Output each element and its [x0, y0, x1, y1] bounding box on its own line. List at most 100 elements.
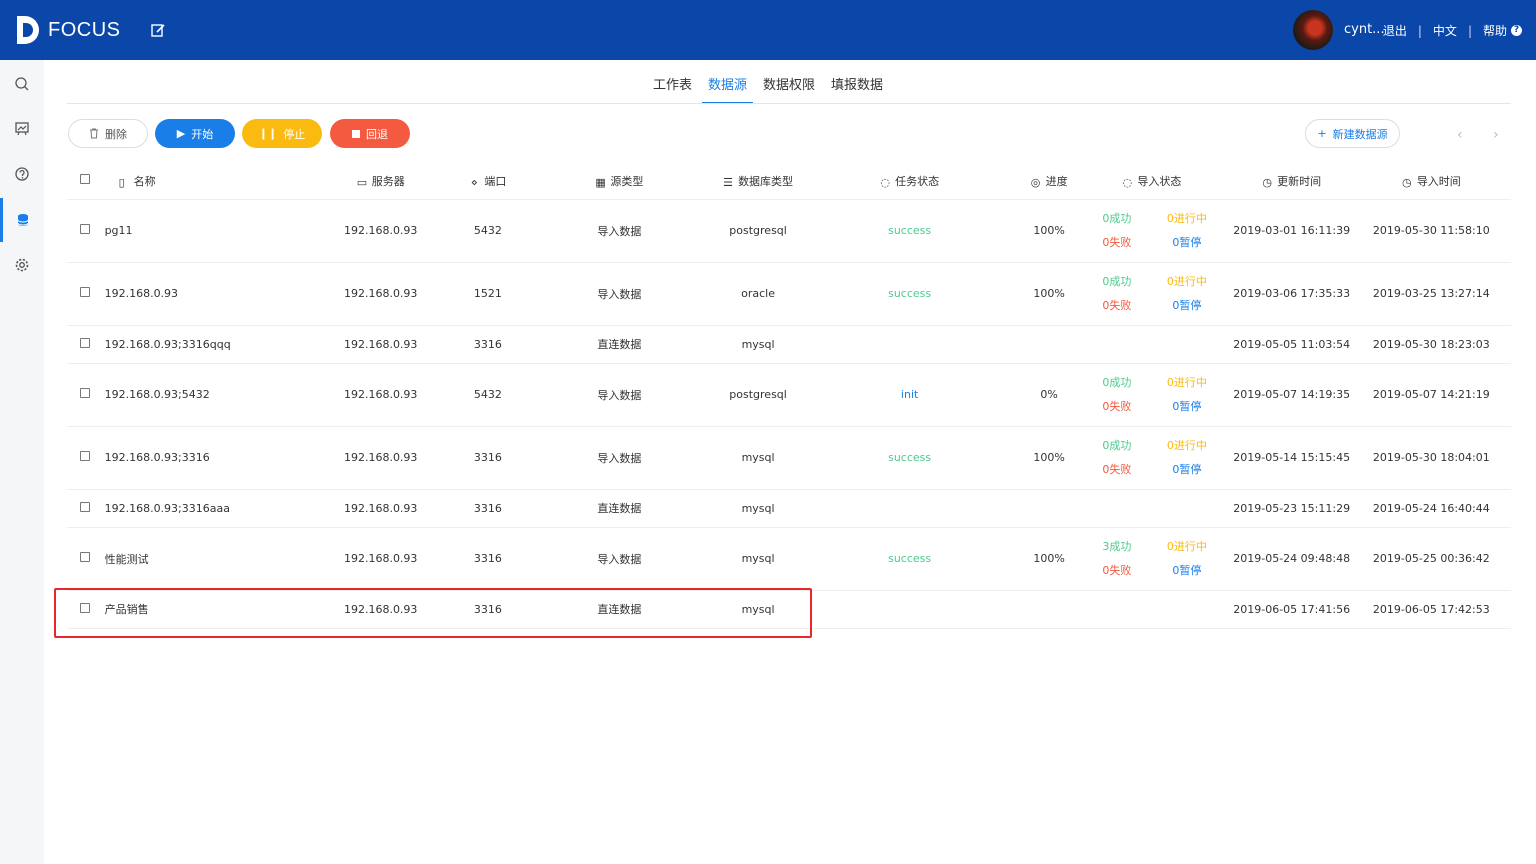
tab-worksheet[interactable]: 工作表	[647, 70, 698, 103]
language-link[interactable]: 中文	[1433, 22, 1457, 39]
app-logo[interactable]: FOCUS	[14, 14, 121, 46]
table-row[interactable]: 192.168.0.93;3316 192.168.0.93 3316 导入数据 mys…	[67, 426, 1511, 490]
import-failed: 0失败	[1102, 235, 1132, 249]
help-icon[interactable]: ?	[1511, 25, 1522, 36]
cell-import-status: 0成功 0进行中 0失败 0暂停	[1072, 426, 1232, 490]
select-all-cell[interactable]	[67, 163, 103, 200]
table-row[interactable]: 性能测试 192.168.0.93 3316 导入数据 mysql success 100%…	[67, 527, 1511, 591]
sidebar-item-help[interactable]	[0, 152, 44, 196]
row-checkbox[interactable]	[79, 552, 90, 562]
cell-status: success	[793, 426, 1027, 490]
tab-datasource[interactable]: 数据源	[701, 70, 754, 104]
row-checkbox[interactable]	[79, 287, 90, 297]
col-progress: ◎ 进度	[1026, 163, 1073, 200]
stop-button[interactable]: ❙❙ 停止	[242, 119, 322, 148]
row-checkbox[interactable]	[79, 224, 90, 234]
import-success: 0成功	[1102, 438, 1132, 452]
cell-updated: 2019-05-14 15:15:45	[1231, 426, 1352, 490]
cell-source-type: 导入数据	[515, 199, 724, 263]
cell-server: 192.168.0.93	[301, 325, 460, 364]
cell-status	[793, 489, 1027, 528]
import-success: 3成功	[1102, 539, 1132, 553]
cell-server: 192.168.0.93	[301, 489, 460, 528]
cell-imported: 2019-03-25 13:27:14	[1351, 262, 1511, 326]
tab-data-permission[interactable]: 数据权限	[757, 70, 821, 103]
sidebar-item-dashboard[interactable]	[0, 107, 44, 151]
user-name[interactable]: cynt...	[1344, 22, 1385, 37]
cell-checkbox	[67, 363, 103, 427]
share-icon: ⋄	[470, 175, 478, 189]
prev-page-icon[interactable]: ‹	[1457, 127, 1463, 143]
rollback-button[interactable]: 回退	[330, 119, 410, 148]
trash-icon	[90, 128, 98, 139]
col-import-status: ◌ 导入状态	[1072, 163, 1232, 200]
import-failed: 0失败	[1102, 462, 1132, 476]
cell-source-type: 导入数据	[515, 262, 724, 326]
delete-label: 删除	[105, 127, 127, 141]
row-checkbox[interactable]	[79, 501, 90, 512]
cell-import-status	[1072, 489, 1232, 528]
cell-progress: 100%	[1026, 527, 1073, 591]
start-label: 开始	[191, 127, 214, 141]
cell-updated: 2019-03-06 17:35:33	[1231, 262, 1352, 326]
cell-imported: 2019-05-25 00:36:42	[1351, 527, 1511, 591]
stop-label: 停止	[283, 127, 306, 141]
row-checkbox[interactable]	[79, 451, 90, 461]
clock-icon: ◷	[1402, 175, 1412, 189]
table-row[interactable]: 192.168.0.93;5432 192.168.0.93 5432 导入数据 pos…	[67, 363, 1511, 427]
edit-icon[interactable]	[150, 22, 166, 38]
cell-checkbox	[67, 527, 103, 591]
cell-source-type: 导入数据	[515, 363, 724, 427]
divider: |	[1467, 23, 1472, 38]
delete-button[interactable]: 删除	[68, 119, 148, 148]
select-all-checkbox[interactable]	[79, 174, 90, 185]
sidebar-item-settings[interactable]	[0, 243, 44, 287]
sidebar	[0, 60, 44, 864]
help-link[interactable]: 帮助	[1483, 22, 1507, 39]
cell-source-type: 导入数据	[515, 527, 724, 591]
row-checkbox[interactable]	[79, 388, 90, 398]
top-bar: FOCUS cynt... 退出 | 中文 | 帮助 ?	[0, 0, 1536, 60]
gear-icon	[15, 258, 29, 272]
datasource-table: ▯ 名称 ▭ 服务器 ⋄ 端口 ▦ 源类型 ☰ 数据库类型 ◌ 任务状态 ◎ 进度 ◌ 导入状态…	[67, 163, 1511, 629]
sidebar-item-datasource[interactable]	[0, 198, 44, 242]
cell-db-type: mysql	[723, 426, 794, 490]
new-datasource-button[interactable]: + 新建数据源	[1305, 119, 1400, 148]
logo-icon	[17, 16, 39, 44]
bulb-icon: ◌	[1122, 175, 1133, 189]
logout-link[interactable]: 退出	[1383, 22, 1407, 39]
col-source-type: ▦ 源类型	[515, 163, 724, 200]
table-row[interactable]: 192.168.0.93;3316qqq 192.168.0.93 3316 直连数据…	[67, 325, 1511, 364]
avatar[interactable]	[1293, 10, 1333, 50]
cell-db-type: oracle	[723, 262, 794, 326]
cell-updated: 2019-05-24 09:48:48	[1231, 527, 1352, 591]
cell-progress	[1026, 325, 1073, 364]
cell-status: success	[793, 527, 1027, 591]
cell-imported: 2019-06-05 17:42:53	[1351, 590, 1511, 629]
cell-updated: 2019-05-07 14:19:35	[1231, 363, 1352, 427]
cell-port: 1521	[460, 262, 516, 326]
tab-fill-data[interactable]: 填报数据	[825, 70, 889, 103]
start-button[interactable]: ▶ 开始	[155, 119, 235, 148]
cell-imported: 2019-05-30 18:04:01	[1351, 426, 1511, 490]
cell-updated: 2019-05-23 15:11:29	[1231, 489, 1352, 528]
row-checkbox[interactable]	[79, 337, 90, 348]
bulb-icon: ◌	[880, 175, 890, 189]
import-failed: 0失败	[1102, 399, 1132, 413]
table-row[interactable]: 192.168.0.93;3316aaa 192.168.0.93 3316 直连数据…	[67, 489, 1511, 528]
cell-status: success	[793, 262, 1027, 326]
cell-import-status: 0成功 0进行中 0失败 0暂停	[1072, 363, 1232, 427]
col-updated: ◷ 更新时间	[1231, 163, 1352, 200]
cell-name: 192.168.0.93;3316qqq	[102, 325, 302, 364]
divider: |	[1417, 23, 1422, 38]
cell-name: 192.168.0.93;5432	[102, 363, 302, 427]
file-icon: ▯	[118, 175, 125, 189]
highlight-box	[54, 588, 812, 638]
cell-updated: 2019-03-01 16:11:39	[1231, 199, 1352, 263]
next-page-icon[interactable]: ›	[1493, 127, 1499, 143]
cell-imported: 2019-05-07 14:21:19	[1351, 363, 1511, 427]
cell-import-status	[1072, 325, 1232, 364]
table-row[interactable]: 192.168.0.93 192.168.0.93 1521 导入数据 oracle su…	[67, 262, 1511, 326]
table-row[interactable]: pg11 192.168.0.93 5432 导入数据 postgresql succes…	[67, 199, 1511, 263]
status-badge: success	[888, 224, 932, 237]
